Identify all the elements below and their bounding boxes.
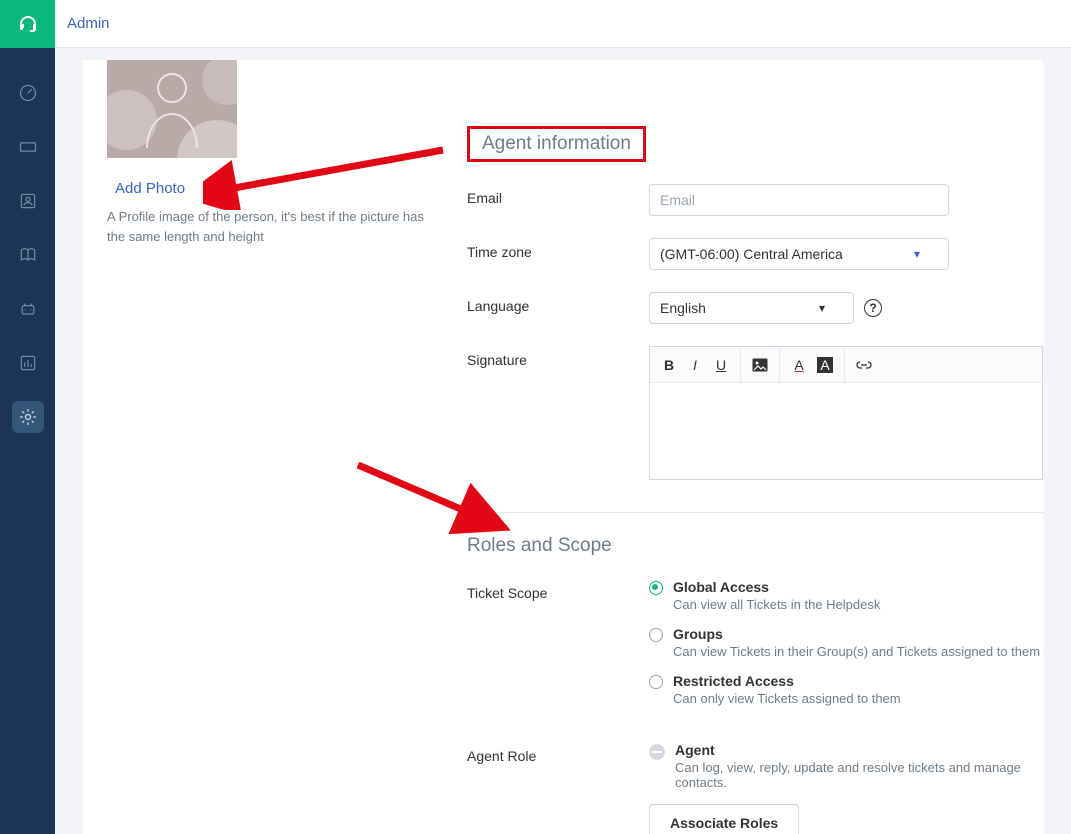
placeholder-user-icon — [141, 68, 203, 153]
nav-contacts[interactable] — [12, 185, 44, 217]
nav-tickets[interactable] — [12, 131, 44, 163]
nav-forums[interactable] — [12, 293, 44, 325]
option-title: Groups — [673, 626, 1040, 642]
underline-button[interactable]: U — [708, 352, 734, 378]
associate-roles-button[interactable]: Associate Roles — [649, 804, 799, 834]
language-select[interactable]: English ▾ — [649, 292, 854, 324]
decorative-bokeh — [202, 60, 237, 105]
ticket-scope-options: Global Access Can view all Tickets in th… — [649, 579, 1043, 720]
nav-admin[interactable] — [12, 401, 44, 433]
header: Admin — [55, 0, 1071, 48]
bar-chart-icon — [18, 353, 38, 373]
timezone-select[interactable]: (GMT-06:00) Central America ▾ — [649, 238, 949, 270]
option-desc: Can view all Tickets in the Helpdesk — [673, 597, 880, 612]
add-photo-link[interactable]: Add Photo — [115, 180, 185, 197]
help-icon[interactable]: ? — [864, 299, 882, 317]
signature-row: Signature B I U — [467, 346, 1043, 480]
robot-icon — [18, 299, 38, 319]
agent-role-label: Agent Role — [467, 742, 649, 764]
language-value: English — [660, 300, 706, 316]
brand-logo[interactable] — [0, 0, 55, 48]
radio-global-access[interactable] — [649, 581, 663, 595]
form-column: Agent information Email Time zone (GMT-0… — [467, 60, 1043, 834]
signature-body[interactable] — [650, 383, 1042, 479]
book-icon — [18, 245, 38, 265]
agent-role-desc: Can log, view, reply, update and resolve… — [675, 760, 1043, 790]
nav-dashboard[interactable] — [12, 77, 44, 109]
card: Add Photo A Profile image of the person,… — [83, 60, 1043, 834]
timezone-row: Time zone (GMT-06:00) Central America ▾ — [467, 238, 1043, 270]
ticket-icon — [18, 137, 38, 157]
nav-solutions[interactable] — [12, 239, 44, 271]
option-desc: Can view Tickets in their Group(s) and T… — [673, 644, 1040, 659]
agent-role-row: Agent Role Agent Can log, view, reply, u… — [467, 742, 1043, 834]
option-title: Restricted Access — [673, 673, 901, 689]
agent-info-section-title: Agent information — [467, 126, 646, 162]
timezone-label: Time zone — [467, 238, 649, 260]
ticket-scope-row: Ticket Scope Global Access Can view all … — [467, 579, 1043, 720]
profile-column: Add Photo A Profile image of the person,… — [107, 60, 427, 246]
ticket-scope-label: Ticket Scope — [467, 579, 649, 601]
radio-restricted-access[interactable] — [649, 675, 663, 689]
insert-image-button[interactable] — [747, 352, 773, 378]
email-field[interactable] — [649, 184, 949, 216]
bold-button[interactable]: B — [656, 352, 682, 378]
email-row: Email — [467, 184, 1043, 216]
user-card-icon — [18, 191, 38, 211]
photo-hint-text: A Profile image of the person, it's best… — [107, 207, 427, 246]
section-divider — [467, 512, 1043, 513]
nav-icons — [12, 66, 44, 444]
signature-label: Signature — [467, 346, 649, 368]
option-title: Global Access — [673, 579, 880, 595]
insert-link-button[interactable] — [851, 352, 877, 378]
language-row: Language English ▾ ? — [467, 292, 1043, 324]
roles-section-title: Roles and Scope — [467, 535, 1043, 557]
radio-groups[interactable] — [649, 628, 663, 642]
image-icon — [752, 358, 768, 372]
text-color-button[interactable]: A — [786, 352, 812, 378]
language-label: Language — [467, 292, 649, 314]
profile-photo-placeholder[interactable] — [107, 60, 237, 158]
main: Add Photo A Profile image of the person,… — [55, 48, 1071, 834]
chevron-down-icon: ▾ — [819, 301, 825, 315]
headset-icon — [16, 12, 40, 36]
agent-role-title: Agent — [675, 742, 1043, 758]
breadcrumb[interactable]: Admin — [67, 15, 110, 32]
sidebar — [0, 0, 55, 834]
timezone-value: (GMT-06:00) Central America — [660, 246, 843, 262]
remove-role-button[interactable] — [649, 744, 665, 760]
chevron-down-icon: ▾ — [914, 247, 920, 261]
italic-button[interactable]: I — [682, 352, 708, 378]
gear-icon — [18, 407, 38, 427]
editor-toolbar: B I U — [650, 347, 1042, 383]
email-label: Email — [467, 184, 649, 206]
gauge-icon — [18, 83, 38, 103]
signature-editor: B I U — [649, 346, 1043, 480]
link-icon — [856, 360, 872, 370]
nav-reports[interactable] — [12, 347, 44, 379]
bg-color-button[interactable]: A — [812, 352, 838, 378]
option-desc: Can only view Tickets assigned to them — [673, 691, 901, 706]
